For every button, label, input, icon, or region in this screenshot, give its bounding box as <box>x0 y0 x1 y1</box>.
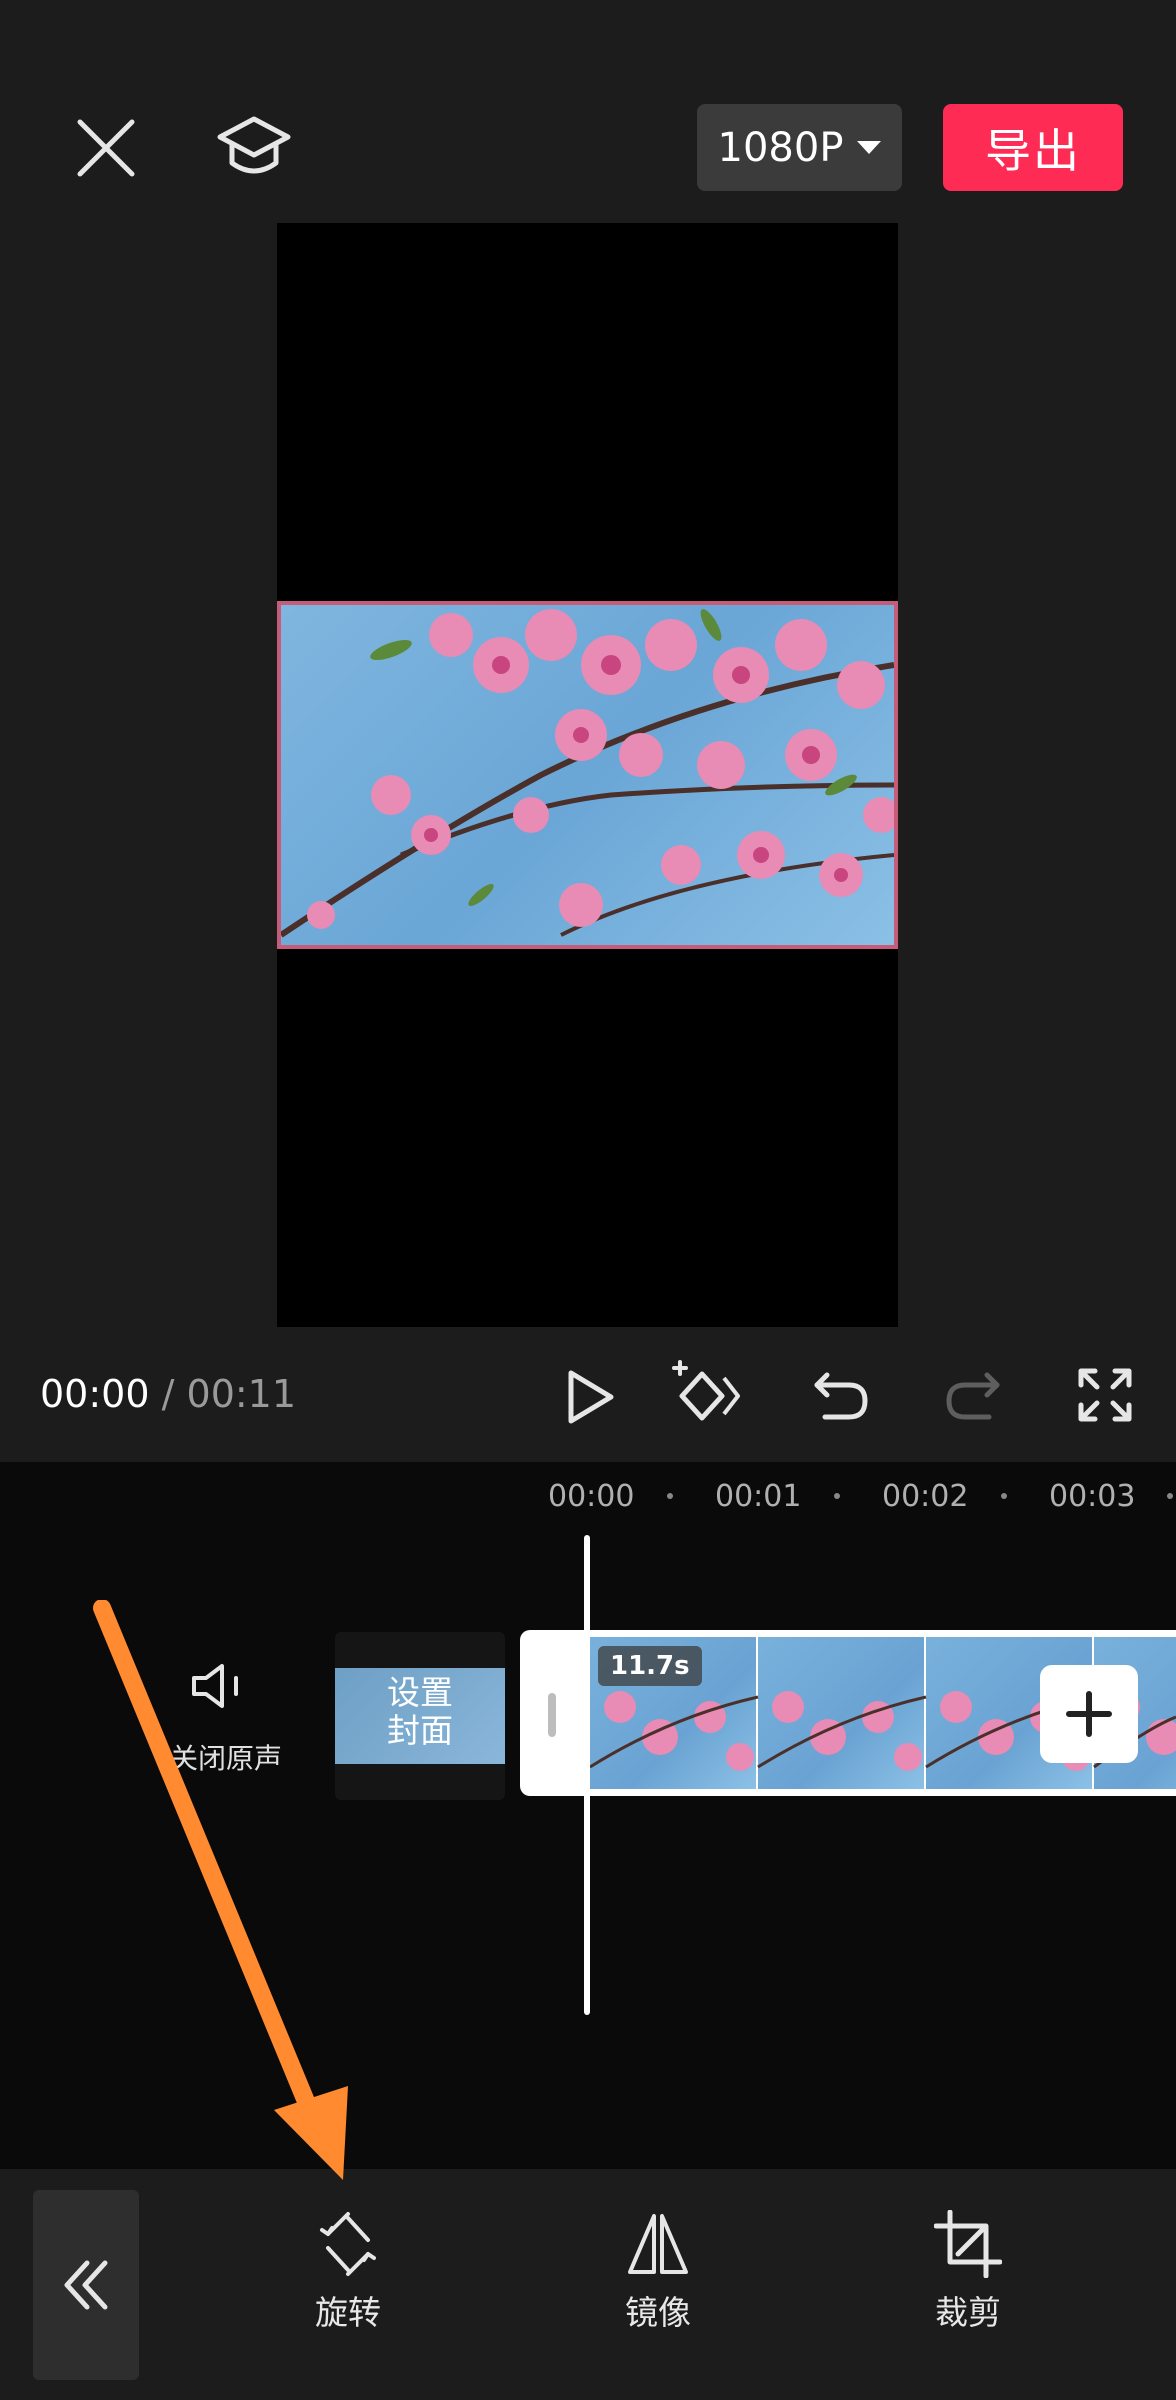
total-time: 00:11 <box>186 1372 297 1416</box>
playhead[interactable] <box>584 1535 590 2015</box>
close-icon[interactable] <box>70 112 142 184</box>
resolution-label: 1080P <box>717 124 844 171</box>
preview-photo-cherry-blossom[interactable] <box>277 601 898 949</box>
add-clip-button[interactable] <box>1040 1665 1138 1763</box>
crop-icon <box>934 2210 1002 2278</box>
mirror-label: 镜像 <box>625 2293 691 2332</box>
ruler-dot <box>1167 1493 1173 1499</box>
current-time: 00:00 <box>40 1372 150 1416</box>
mirror-tool[interactable]: 镜像 <box>573 2210 743 2334</box>
mirror-icon <box>628 2214 688 2274</box>
crop-label: 裁剪 <box>935 2293 1001 2332</box>
ruler-tick-label: 00:03 <box>1049 1479 1136 1514</box>
plus-icon <box>1066 1691 1112 1737</box>
ruler-dot <box>1001 1493 1007 1499</box>
collapse-back-button[interactable] <box>33 2190 139 2380</box>
fullscreen-icon[interactable] <box>1074 1364 1136 1426</box>
clip-duration-badge: 11.7s <box>598 1646 702 1686</box>
undo-icon[interactable] <box>808 1365 874 1429</box>
export-button[interactable]: 导出 <box>943 104 1123 191</box>
tutorial-cap-icon[interactable] <box>212 108 296 188</box>
ruler-tick-label: 00:00 <box>548 1479 635 1514</box>
keyframe-icon[interactable] <box>668 1360 742 1430</box>
rotate-label: 旋转 <box>315 2293 381 2332</box>
annotation-arrow <box>93 1600 348 2180</box>
ruler-tick-label: 00:01 <box>715 1479 802 1514</box>
rotate-icon <box>320 2212 376 2276</box>
ruler-dot <box>834 1493 840 1499</box>
rotate-tool[interactable]: 旋转 <box>263 2210 433 2334</box>
time-display: 00:00 / 00:11 <box>40 1372 296 1416</box>
redo-icon[interactable] <box>940 1365 1006 1429</box>
caret-down-icon <box>857 141 882 154</box>
play-icon[interactable] <box>560 1365 620 1429</box>
ruler-tick-label: 00:02 <box>882 1479 969 1514</box>
ruler-dot <box>667 1493 673 1499</box>
double-chevron-left-icon <box>64 2260 108 2310</box>
clip-trim-handle[interactable] <box>548 1693 556 1737</box>
resolution-dropdown[interactable]: 1080P <box>697 104 902 191</box>
time-separator: / <box>161 1372 175 1416</box>
crop-tool[interactable]: 裁剪 <box>883 2210 1053 2334</box>
